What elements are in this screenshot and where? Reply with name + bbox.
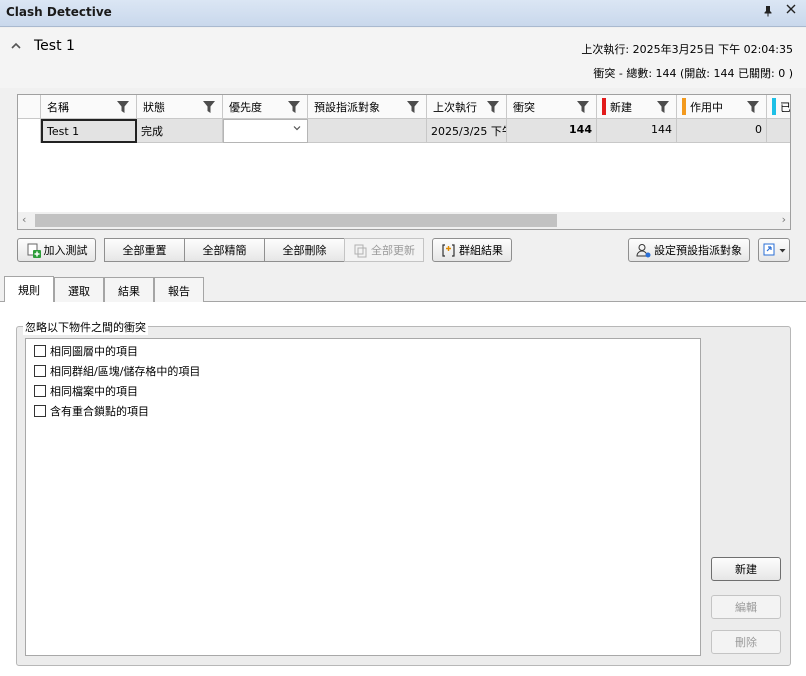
group-title: 忽略以下物件之間的衝突 xyxy=(23,319,148,335)
checkbox[interactable] xyxy=(34,404,46,417)
scroll-left-icon[interactable]: ‹ xyxy=(22,213,26,226)
filter-icon[interactable] xyxy=(406,100,420,114)
filter-icon[interactable] xyxy=(202,100,216,114)
column-header-reviewed[interactable]: 已 xyxy=(767,95,790,119)
add-test-icon xyxy=(27,243,41,258)
column-header-assignee[interactable]: 預設指派對象 xyxy=(308,95,427,119)
horizontal-scrollbar[interactable]: ‹ › xyxy=(18,212,790,229)
group-bracket-icon xyxy=(442,243,455,257)
chevron-down-icon xyxy=(779,248,785,252)
tab-results[interactable]: 結果 xyxy=(104,277,154,302)
test-title: Test 1 xyxy=(34,38,75,54)
column-header-new[interactable]: 新建 xyxy=(597,95,677,119)
cell-last-run[interactable]: 2025/3/25 下午 xyxy=(427,119,507,143)
column-header-priority[interactable]: 優先度 xyxy=(223,95,308,119)
assign-user-icon xyxy=(636,243,651,257)
cell-new[interactable]: 144 xyxy=(597,119,677,143)
pin-icon[interactable] xyxy=(762,5,774,20)
edit-rule-button[interactable]: 編輯 xyxy=(711,595,781,619)
cell-reviewed[interactable] xyxy=(767,119,790,143)
set-default-assignee-button[interactable]: 設定預設指派對象 xyxy=(628,238,750,262)
column-header-clashes[interactable]: 衝突 xyxy=(507,95,597,119)
column-header-name[interactable]: 名稱 xyxy=(41,95,137,119)
checkbox[interactable] xyxy=(34,384,46,397)
export-icon xyxy=(763,243,774,256)
delete-rule-button[interactable]: 刪除 xyxy=(711,630,781,654)
active-status-swatch xyxy=(682,98,686,115)
new-rule-button[interactable]: 新建 xyxy=(711,557,781,581)
column-header-last-run[interactable]: 上次執行 xyxy=(427,95,507,119)
group-results-button[interactable]: 群組結果 xyxy=(432,238,512,262)
update-icon xyxy=(354,244,367,257)
checkbox[interactable] xyxy=(34,364,46,377)
export-dropdown-button[interactable] xyxy=(758,238,790,262)
tab-selection[interactable]: 選取 xyxy=(54,277,104,302)
checkbox[interactable] xyxy=(34,344,46,357)
reviewed-status-swatch xyxy=(772,98,776,115)
list-item[interactable]: 相同群組/區塊/儲存格中的項目 xyxy=(34,362,200,379)
chevron-down-icon xyxy=(293,124,301,135)
window-titlebar: Clash Detective xyxy=(0,0,806,27)
ignore-clashes-group: 忽略以下物件之間的衝突 相同圖層中的項目 相同群組/區塊/儲存格中的項目 相同檔… xyxy=(16,319,791,666)
cell-assignee[interactable] xyxy=(308,119,427,143)
chevron-up-icon[interactable] xyxy=(10,40,22,52)
list-item[interactable]: 相同圖層中的項目 xyxy=(34,342,138,359)
scroll-right-icon[interactable]: › xyxy=(782,213,786,226)
clash-summary-label: 衝突 - 總數: 144 (開啟: 144 已關閉: 0 ) xyxy=(593,67,793,80)
list-item[interactable]: 含有重合鎖點的項目 xyxy=(34,402,149,419)
last-run-label: 上次執行: 2025年3月25日 下午 02:04:35 xyxy=(581,43,793,56)
cell-name[interactable]: Test 1 xyxy=(41,119,137,143)
reset-all-button[interactable]: 全部重置 xyxy=(104,238,185,262)
tab-rules[interactable]: 規則 xyxy=(4,276,54,302)
add-test-button[interactable]: 加入測試 xyxy=(17,238,96,262)
update-all-button[interactable]: 全部更新 xyxy=(344,238,424,262)
cell-status[interactable]: 完成 xyxy=(137,119,223,143)
table-row[interactable]: Test 1 完成 2025/3/25 下午 144 144 0 xyxy=(18,119,790,143)
window-title: Clash Detective xyxy=(6,5,112,19)
priority-select[interactable] xyxy=(223,119,308,143)
grid-header: 名稱 狀態 優先度 預設指派對象 上次執行 衝突 新建 作用中 已 xyxy=(18,95,790,119)
cell-active[interactable]: 0 xyxy=(677,119,767,143)
column-header-status[interactable]: 狀態 xyxy=(137,95,223,119)
filter-icon[interactable] xyxy=(486,100,500,114)
new-status-swatch xyxy=(602,98,606,115)
cell-clashes[interactable]: 144 xyxy=(507,119,597,143)
filter-icon[interactable] xyxy=(287,100,301,114)
row-header-corner xyxy=(18,95,41,119)
delete-all-button[interactable]: 全部刪除 xyxy=(264,238,345,262)
tab-report[interactable]: 報告 xyxy=(154,277,204,302)
filter-icon[interactable] xyxy=(656,100,670,114)
compact-all-button[interactable]: 全部精簡 xyxy=(184,238,265,262)
rules-list[interactable]: 相同圖層中的項目 相同群組/區塊/儲存格中的項目 相同檔案中的項目 含有重合鎖點… xyxy=(25,338,701,656)
rules-panel: 忽略以下物件之間的衝突 相同圖層中的項目 相同群組/區塊/儲存格中的項目 相同檔… xyxy=(0,302,806,676)
tab-strip: 規則 選取 結果 報告 xyxy=(0,270,806,302)
filter-icon[interactable] xyxy=(746,100,760,114)
row-header[interactable] xyxy=(18,119,41,143)
filter-icon[interactable] xyxy=(576,100,590,114)
list-item[interactable]: 相同檔案中的項目 xyxy=(34,382,138,399)
column-header-active[interactable]: 作用中 xyxy=(677,95,767,119)
filter-icon[interactable] xyxy=(116,100,130,114)
close-icon[interactable] xyxy=(784,2,798,20)
test-header: Test 1 上次執行: 2025年3月25日 下午 02:04:35 衝突 -… xyxy=(0,28,806,88)
scrollbar-thumb[interactable] xyxy=(35,214,557,227)
tests-grid[interactable]: 名稱 狀態 優先度 預設指派對象 上次執行 衝突 新建 作用中 已 Test 1… xyxy=(17,94,791,230)
